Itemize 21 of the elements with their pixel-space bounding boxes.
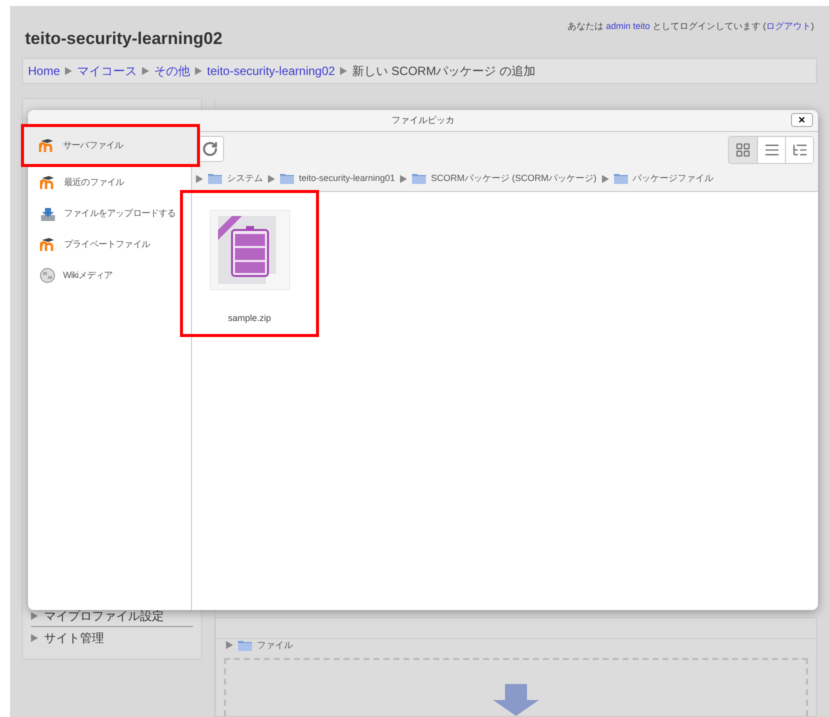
nav-item[interactable]: サイト管理 (44, 629, 104, 647)
path-folder[interactable]: SCORMパッケージ (SCORMパッケージ) (431, 172, 597, 186)
user-link[interactable]: admin teito (606, 21, 650, 31)
breadcrumb-link[interactable]: teito-security-learning02 (207, 62, 336, 80)
breadcrumb-link[interactable]: その他 (154, 62, 190, 80)
close-button[interactable]: ✕ (791, 113, 813, 127)
folder-path[interactable]: ファイル (257, 638, 293, 652)
breadcrumb-current: 新しい SCORMパッケージ の追加 (352, 63, 536, 80)
path-folder[interactable]: パッケージファイル (632, 172, 714, 186)
file-tile[interactable]: sample.zip (180, 190, 319, 337)
path-folder[interactable]: システム (227, 172, 263, 186)
nav-item[interactable]: マイプロファイル設定 (44, 606, 164, 624)
breadcrumb-link[interactable]: マイコース (77, 62, 138, 80)
dialog-title: ファイルピッカ (392, 114, 454, 127)
site-title: teito-security-learning02 (25, 28, 222, 50)
file-name[interactable]: sample.zip (228, 312, 272, 326)
repository-item[interactable]: サーバファイル (21, 124, 200, 167)
logout-link[interactable]: ログアウト (766, 21, 811, 31)
login-info: あなたは admin teito としてログインしています (ログアウト) (567, 20, 814, 33)
breadcrumb-link[interactable]: Home (28, 62, 60, 80)
path-folder[interactable]: teito-security-learning01 (299, 172, 396, 186)
